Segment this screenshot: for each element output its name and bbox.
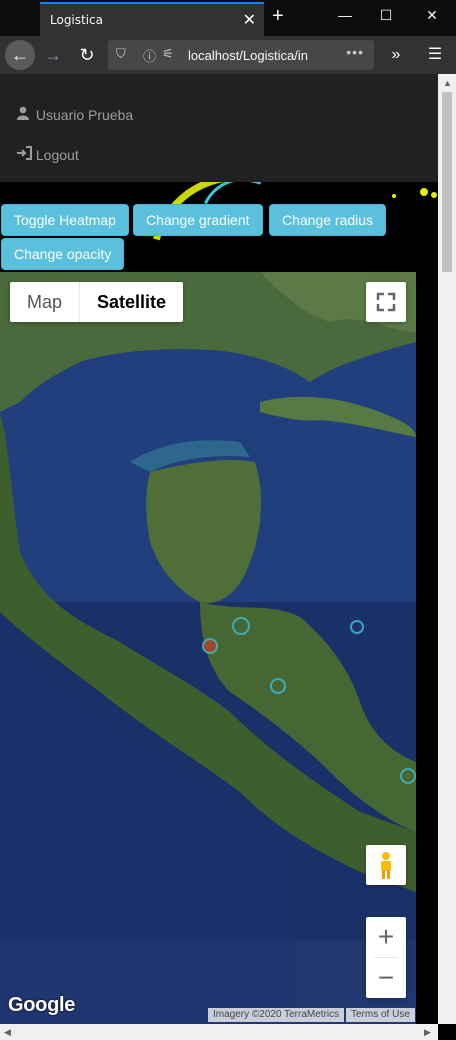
heatmap-point xyxy=(270,678,286,694)
scroll-left-arrow-icon[interactable]: ◀ xyxy=(4,1027,11,1038)
scrollbar-thumb[interactable] xyxy=(442,92,452,272)
logout-link[interactable]: Logout xyxy=(16,146,79,163)
google-logo[interactable]: Google xyxy=(8,994,75,1017)
user-link[interactable]: Usuario Prueba xyxy=(16,106,133,123)
map-type-control: Map Satellite xyxy=(10,282,184,322)
toggle-heatmap-button[interactable]: Toggle Heatmap xyxy=(1,204,129,236)
scroll-up-arrow-icon[interactable]: ▲ xyxy=(443,78,452,88)
login-icon xyxy=(16,146,32,163)
scroll-right-arrow-icon[interactable]: ▶ xyxy=(424,1027,431,1038)
page-content: Usuario Prueba Logout Toggle Heatmap Cha… xyxy=(0,74,438,1024)
reload-icon[interactable]: ↻ xyxy=(72,40,102,70)
change-gradient-button[interactable]: Change gradient xyxy=(133,204,263,236)
tab-title: Logistica xyxy=(50,13,104,27)
street-view-pegman[interactable] xyxy=(366,845,406,885)
overflow-chevron-icon[interactable]: » xyxy=(381,40,411,70)
browser-tab[interactable]: Logistica ✕ xyxy=(40,2,264,36)
forward-icon[interactable]: → xyxy=(38,40,68,70)
change-radius-button[interactable]: Change radius xyxy=(269,204,387,236)
zoom-control: + − xyxy=(366,917,406,998)
minimize-icon[interactable]: — xyxy=(330,7,360,23)
permissions-icon[interactable]: ⚟ xyxy=(162,46,174,62)
user-name: Usuario Prueba xyxy=(35,107,134,123)
vertical-scrollbar[interactable]: ▲ xyxy=(438,74,456,1024)
info-icon[interactable]: ⓘ xyxy=(143,46,156,65)
change-opacity-button[interactable]: Change opacity xyxy=(1,238,125,270)
hamburger-menu-icon[interactable]: ☰ xyxy=(420,40,450,70)
fullscreen-button[interactable] xyxy=(366,282,406,322)
zoom-in-button[interactable]: + xyxy=(366,917,406,957)
page-actions-icon[interactable]: ••• xyxy=(346,44,364,60)
map-type-satellite-button[interactable]: Satellite xyxy=(79,282,183,322)
pegman-icon xyxy=(381,852,391,879)
window-close-icon[interactable]: ✕ xyxy=(417,7,447,24)
maximize-icon[interactable]: ☐ xyxy=(371,7,401,24)
fullscreen-icon xyxy=(376,292,396,312)
user-navbar: Usuario Prueba Logout xyxy=(0,74,438,182)
tab-strip: Logistica ✕ + — ☐ ✕ xyxy=(0,0,456,36)
back-icon[interactable]: ← xyxy=(5,40,35,70)
zoom-out-button[interactable]: − xyxy=(366,958,406,998)
user-icon xyxy=(16,106,32,123)
terms-of-use-link[interactable]: Terms of Use xyxy=(346,1008,415,1022)
heatmap-point xyxy=(202,638,218,654)
map-type-map-button[interactable]: Map xyxy=(10,282,79,322)
heatmap-point xyxy=(400,768,416,784)
heatmap-point xyxy=(232,617,250,635)
imagery-attribution: Imagery ©2020 TerraMetrics xyxy=(208,1008,345,1022)
map-canvas[interactable]: Map Satellite + − Google Imagery ©2020 T… xyxy=(0,272,416,1024)
tab-close-icon[interactable]: ✕ xyxy=(243,10,256,30)
new-tab-icon[interactable]: + xyxy=(272,5,284,28)
heatmap-point xyxy=(350,620,364,634)
horizontal-scrollbar[interactable]: ◀ ▶ xyxy=(0,1024,438,1040)
url-bar[interactable]: ⛉ ⓘ ⚟ localhost/Logistica/in ••• xyxy=(108,40,374,70)
logout-label: Logout xyxy=(35,147,79,163)
url-text[interactable]: localhost/Logistica/in xyxy=(188,48,318,63)
shield-icon[interactable]: ⛉ xyxy=(116,46,126,62)
browser-toolbar: ← → ↻ ⛉ ⓘ ⚟ localhost/Logistica/in ••• »… xyxy=(0,36,456,74)
